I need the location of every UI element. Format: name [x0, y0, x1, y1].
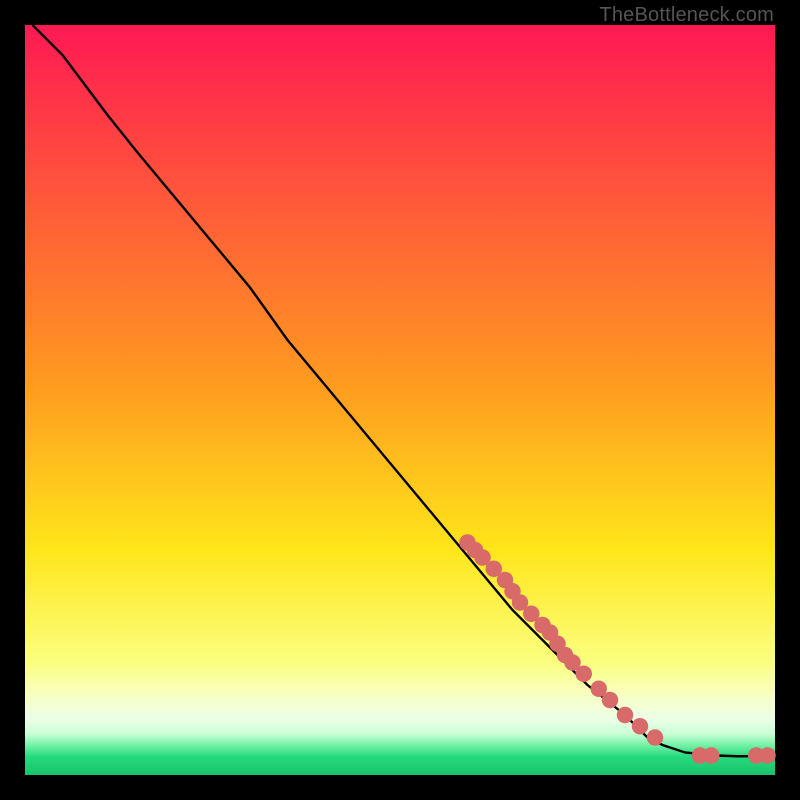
- curve-layer: [25, 25, 775, 775]
- watermark-text: TheBottleneck.com: [599, 4, 774, 27]
- curve-markers: [459, 534, 776, 764]
- marker-point: [576, 666, 593, 683]
- bottleneck-curve: [33, 25, 768, 756]
- marker-point: [647, 729, 664, 746]
- marker-point: [632, 718, 649, 735]
- plot-area: [25, 25, 775, 775]
- chart-container: TheBottleneck.com: [0, 0, 800, 800]
- marker-point: [759, 747, 776, 764]
- marker-point: [602, 692, 619, 709]
- marker-point: [617, 707, 634, 724]
- marker-point: [703, 747, 720, 764]
